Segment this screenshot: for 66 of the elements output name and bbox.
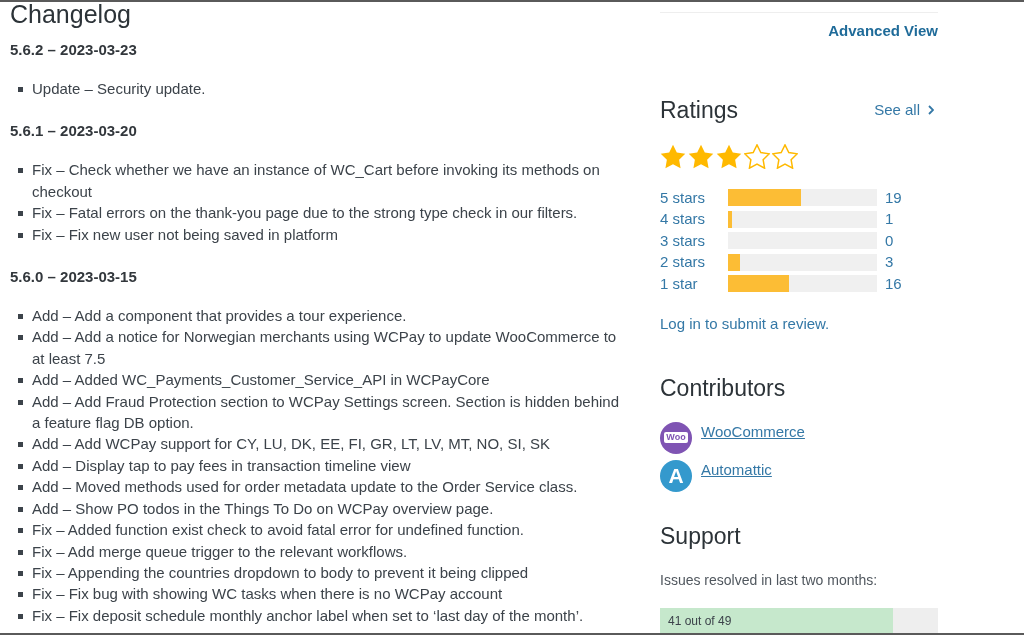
star-outline-icon: [772, 144, 798, 169]
bullet-icon: [18, 211, 23, 217]
changelog-entry: Fix – Added function exist check to avoid fatal error for undefined function.: [32, 520, 525, 541]
changelog-entry: Fix – Fatal errors on the thank-you page due to the strong type check in our filters.: [32, 203, 579, 224]
bullet-icon: [18, 613, 23, 619]
advanced-view-link[interactable]: Advanced View: [828, 21, 938, 41]
rating-filter-link[interactable]: 4 stars: [660, 209, 728, 230]
changelog-entry: Add – Added WC_Payments_Customer_Service_API in WCPayCore: [32, 370, 491, 391]
support-caption: Issues resolved in last two months:: [660, 570, 878, 590]
contributor-link[interactable]: WooCommerce: [701, 421, 805, 442]
bullet-icon: [18, 570, 23, 576]
bullet-icon: [18, 485, 23, 491]
bullet-icon: [18, 399, 23, 405]
rating-count: 1: [885, 209, 894, 230]
bullet-icon: [18, 528, 23, 534]
changelog-entry: Add – Display tap to pay fees in transaction timeline view: [32, 455, 412, 476]
rating-count: 0: [885, 230, 894, 251]
review-login-link[interactable]: Log in to submit a review.: [660, 312, 830, 334]
section-heading: Support: [660, 521, 741, 550]
progress-label: 41 out of 49: [668, 612, 732, 629]
bullet-icon: [18, 87, 23, 92]
bullet-icon: [18, 506, 23, 512]
rating-filter-link[interactable]: 1 star: [660, 273, 728, 294]
section-heading: Contributors: [660, 373, 786, 402]
contributor-link[interactable]: Automattic: [701, 459, 772, 480]
changelog-entry: Add – Show PO todos in the Things To Do on WCPay overview page.: [32, 498, 495, 519]
changelog-entry: Update – Security update.: [32, 79, 207, 99]
version-heading: 5.6.2 – 2023-03-23: [10, 40, 137, 60]
changelog-entry: Fix – Fix bug with showing WC tasks when there is no WCPay account: [32, 584, 504, 605]
changelog-entry: Add – Add WCPay support for CY, LU, DK, EE, FI, GR, LT, LV, MT, NO, SI, SK: [32, 434, 551, 455]
rating-filter-link[interactable]: 3 stars: [660, 230, 728, 251]
changelog-entry: Fix – Add merge queue trigger to the relevant workflows.: [32, 541, 409, 562]
rating-filter-link[interactable]: 5 stars: [660, 187, 728, 208]
bullet-icon: [18, 378, 23, 384]
star-filled-icon: [688, 144, 714, 169]
star-filled-icon: [660, 144, 686, 169]
bullet-icon: [18, 463, 23, 469]
changelog-entry: Add – Moved methods used for order metadata update to the Order Service class.: [32, 477, 579, 498]
chevron-icon: [928, 105, 934, 115]
rating-filter-link[interactable]: 2 stars: [660, 252, 728, 273]
star-outline-icon: [744, 144, 770, 169]
bullet-icon: [18, 335, 23, 341]
changelog-entry: Fix – Fix new user not being saved in platform: [32, 224, 339, 245]
section-heading: Ratings: [660, 96, 738, 124]
changelog-entry: Add – Add Fraud Protection section to WCPay Settings screen. Section is hidden behind a feature flag DB option.: [32, 391, 620, 434]
section-heading: Changelog: [10, 2, 131, 27]
see-all-link[interactable]: See all: [874, 100, 934, 120]
changelog-entry: Add – Add a notice for Norwegian merchants using WCPay to update WooCommerce to at least 7.5: [32, 327, 618, 369]
changelog-entry: Fix – Check whether we have an instance of WC_Cart before invoking its methods on checkout: [32, 160, 601, 202]
rating-count: 16: [885, 273, 902, 294]
bullet-icon: [18, 168, 23, 174]
changelog-entry: Add – Add a component that provides a tour experience.: [32, 306, 408, 327]
bullet-icon: [18, 314, 23, 320]
bullet-icon: [18, 592, 23, 598]
version-heading: 5.6.0 – 2023-03-15: [10, 267, 137, 288]
star-filled-icon: [716, 144, 742, 169]
bullet-icon: [18, 442, 23, 448]
rating-count: 19: [885, 187, 902, 208]
changelog-entry: Fix – Fix deposit schedule monthly anchor label when set to ‘last day of the month’.: [32, 605, 585, 626]
contributor-logo: Woo: [660, 421, 692, 454]
bullet-icon: [18, 549, 23, 555]
contributor-logo: A: [660, 459, 692, 492]
rating-count: 3: [885, 252, 894, 273]
version-heading: 5.6.1 – 2023-03-20: [10, 121, 137, 142]
bullet-icon: [18, 232, 23, 238]
changelog-entry: Fix – Appending the countries dropdown to body to prevent it being clipped: [32, 562, 530, 583]
